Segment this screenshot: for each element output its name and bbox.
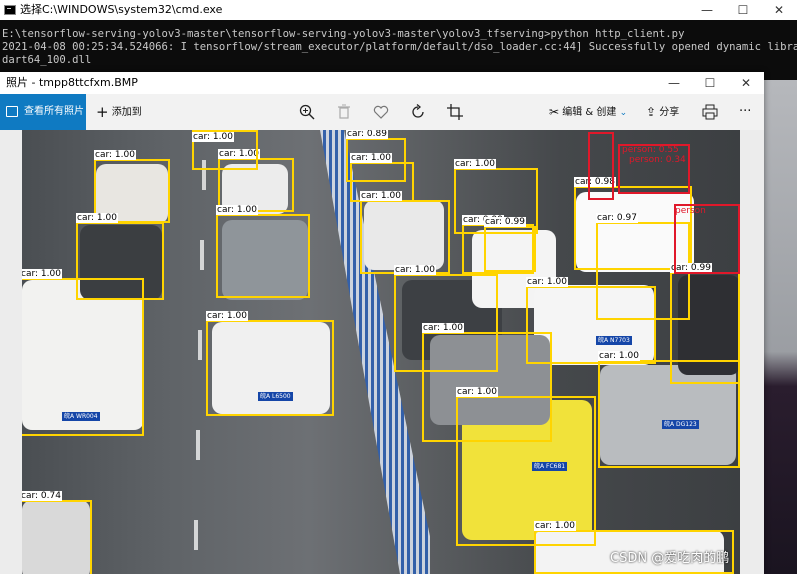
car-detection-box[interactable]: car: 0.99	[670, 263, 740, 384]
print-icon[interactable]	[701, 103, 719, 121]
license-plate: 皖A FC681	[532, 462, 568, 471]
cmd-close-button[interactable]: ✕	[761, 0, 797, 20]
photos-icon	[6, 106, 18, 117]
license-plate: 皖A WR004	[62, 412, 100, 421]
chevron-down-icon: ⌄	[619, 108, 628, 118]
cmd-line: 2021-04-08 00:25:34.524066: I tensorflow…	[2, 41, 797, 53]
cmd-minimize-button[interactable]: —	[689, 0, 725, 20]
person-detection-box[interactable]: person	[674, 204, 740, 274]
cmd-maximize-button[interactable]: ☐	[725, 0, 761, 20]
detection-label: car: 1.00	[22, 269, 62, 279]
detection-label: car: 1.00	[526, 277, 568, 287]
add-to-label: 添加到	[111, 107, 142, 118]
share-label: 分享	[659, 107, 680, 118]
detection-label: car: 1.00	[192, 132, 234, 142]
desktop-background	[764, 80, 797, 574]
more-button[interactable]: ···	[739, 94, 751, 130]
detection-label: car: 1.00	[454, 159, 496, 169]
detection-label: car: 0.89	[346, 130, 388, 139]
detection-label: car: 1.00	[422, 323, 464, 333]
photos-maximize-button[interactable]: ☐	[692, 73, 728, 93]
photo-viewer: car: 1.00 car: 1.00 car: 1.00 car: 1.00 …	[0, 130, 764, 574]
cmd-window: 选择C:\WINDOWS\system32\cmd.exe — ☐ ✕ E:\t…	[0, 0, 797, 80]
add-to-button[interactable]: + 添加到	[96, 94, 142, 130]
edit-create-button[interactable]: ✂ 编辑 & 创建 ⌄	[549, 94, 627, 130]
photos-title-bar[interactable]: 照片 - tmpp8ttcfxm.BMP — ☐ ✕	[0, 72, 764, 94]
detection-label: person: 0.55	[622, 145, 679, 155]
edit-create-label: 编辑 & 创建	[562, 107, 617, 118]
car-detection-box[interactable]: car: 0.99	[484, 217, 536, 272]
cmd-output[interactable]: E:\tensorflow-serving-yolov3-master\tens…	[2, 28, 797, 67]
cmd-title-bar[interactable]: 选择C:\WINDOWS\system32\cmd.exe — ☐ ✕	[0, 0, 797, 20]
zoom-icon[interactable]	[298, 103, 316, 121]
detection-label: car: 1.00	[350, 153, 392, 163]
car-detection-box[interactable]: car: 1.00	[206, 311, 334, 416]
crop-icon[interactable]	[446, 103, 464, 121]
license-plate: 皖A L6500	[258, 392, 293, 401]
delete-icon[interactable]	[335, 103, 353, 121]
car-detection-box[interactable]: car: 1.00	[216, 205, 310, 298]
car-detection-box[interactable]: car: 1.00	[360, 191, 450, 274]
detection-label: car: 1.00	[94, 150, 136, 160]
edit-icon: ✂	[549, 105, 560, 119]
detection-label: car: 1.00	[206, 311, 248, 321]
detection-label: car: 1.00	[360, 191, 402, 201]
share-button[interactable]: ⇪ 分享	[646, 94, 679, 130]
detection-label: car: 1.00	[76, 213, 118, 223]
detection-label: car: 0.99	[484, 217, 526, 227]
watermark: CSDN @爱吃肉的鹏	[610, 551, 730, 566]
person-detection-box[interactable]: person: 0.55 person: 0.34	[618, 144, 690, 194]
heart-icon[interactable]	[372, 103, 390, 121]
photos-window: 照片 - tmpp8ttcfxm.BMP — ☐ ✕ 查看所有照片 + 添加到 …	[0, 72, 764, 574]
cmd-line: dart64_100.dll	[2, 54, 92, 66]
car-detection-box[interactable]: car: 1.00	[192, 130, 258, 170]
detection-label: car: 1.00	[394, 265, 436, 275]
detection-image[interactable]: car: 1.00 car: 1.00 car: 1.00 car: 1.00 …	[22, 130, 740, 574]
plus-icon: +	[96, 103, 109, 121]
cmd-app-icon	[4, 5, 16, 15]
photos-toolbar: 查看所有照片 + 添加到 ✂ 编辑 & 创建 ⌄ ⇪ 分享 ···	[0, 94, 764, 130]
detection-label: car: 1.00	[534, 521, 576, 531]
detection-label: person: 0.34	[629, 155, 686, 165]
detection-label: car: 0.97	[596, 213, 638, 223]
license-plate: 皖A N7703	[596, 336, 632, 345]
license-plate: 皖A DG123	[662, 420, 699, 429]
photos-title: 照片 - tmpp8ttcfxm.BMP	[6, 76, 138, 89]
cmd-line: E:\tensorflow-serving-yolov3-master\tens…	[2, 28, 685, 40]
person-detection-box[interactable]	[588, 132, 614, 200]
view-all-photos-button[interactable]: 查看所有照片	[0, 94, 86, 130]
view-all-label: 查看所有照片	[24, 106, 84, 117]
detection-label: car: 0.74	[22, 491, 62, 501]
detection-label: car: 1.00	[598, 351, 640, 361]
photos-minimize-button[interactable]: —	[656, 73, 692, 93]
rotate-icon[interactable]	[409, 103, 427, 121]
detection-label: person	[675, 206, 706, 216]
photos-close-button[interactable]: ✕	[728, 73, 764, 93]
car-detection-box[interactable]: car: 0.74	[22, 491, 92, 574]
share-icon: ⇪	[646, 105, 657, 119]
detection-label: car: 1.00	[216, 205, 258, 215]
cmd-title: 选择C:\WINDOWS\system32\cmd.exe	[20, 3, 223, 16]
detection-label: car: 1.00	[456, 387, 498, 397]
